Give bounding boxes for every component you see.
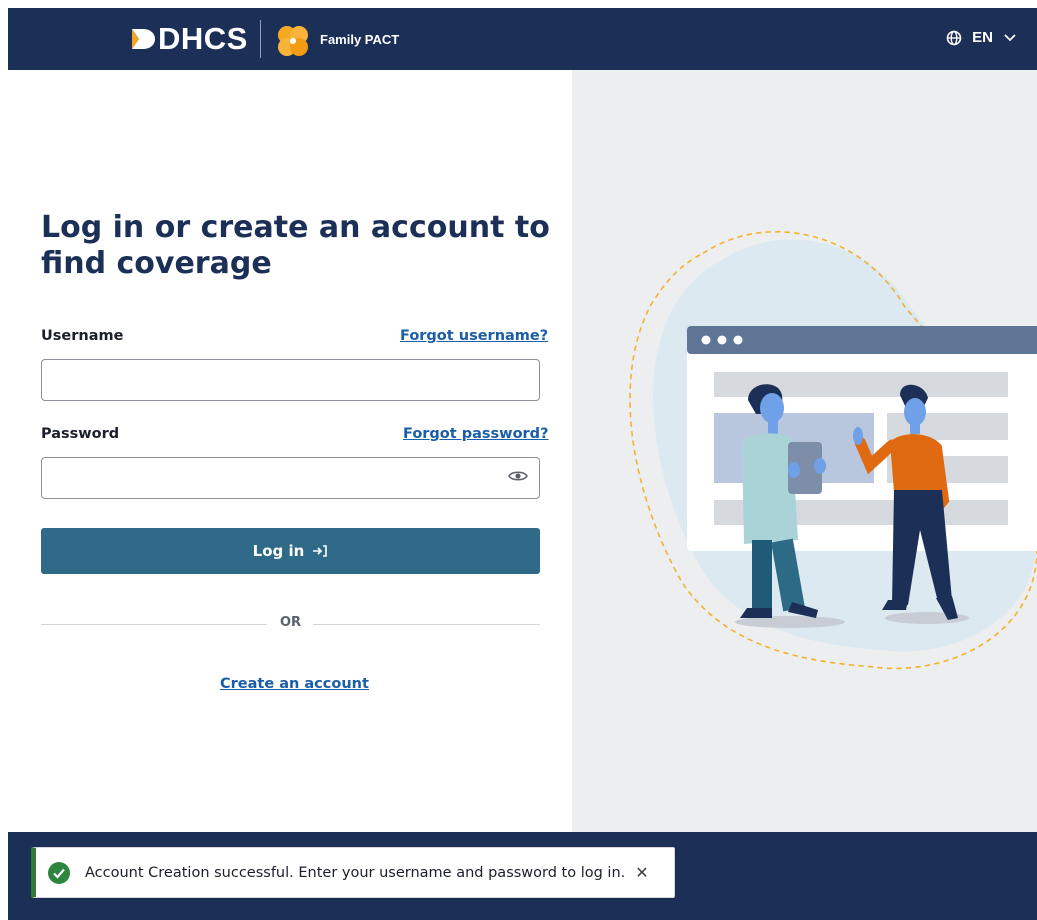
login-button[interactable]: Log in bbox=[41, 528, 540, 574]
language-code: EN bbox=[972, 29, 993, 46]
language-selector[interactable]: EN bbox=[946, 29, 1017, 46]
illustration-panel bbox=[572, 70, 1037, 832]
success-toast: Account Creation successful. Enter your … bbox=[31, 847, 675, 898]
chevron-down-icon bbox=[1004, 33, 1016, 41]
logo-divider bbox=[260, 20, 261, 58]
check-circle-icon bbox=[48, 861, 70, 884]
password-label: Password bbox=[41, 426, 120, 442]
top-header: DHCS Family PACT EN bbox=[8, 8, 1037, 70]
login-button-label: Log in bbox=[252, 542, 305, 560]
program-name: Family PACT bbox=[320, 32, 400, 47]
poppy-logo-icon bbox=[278, 26, 308, 56]
forgot-password-link[interactable]: Forgot password? bbox=[403, 426, 548, 442]
toast-close-button[interactable]: ✕ bbox=[635, 863, 648, 882]
dhcs-logo-mark-icon bbox=[132, 29, 155, 49]
login-arrow-icon bbox=[313, 545, 328, 557]
or-text: OR bbox=[279, 615, 302, 630]
globe-icon bbox=[946, 30, 962, 45]
or-line-right bbox=[313, 624, 540, 625]
or-divider: OR bbox=[41, 614, 540, 634]
dhcs-logo[interactable]: DHCS bbox=[130, 22, 248, 56]
people-illustration bbox=[629, 231, 1037, 670]
page-title: Log in or create an account to find cove… bbox=[41, 210, 550, 281]
username-label: Username bbox=[41, 328, 124, 344]
password-input[interactable] bbox=[41, 457, 540, 499]
forgot-username-link[interactable]: Forgot username? bbox=[400, 328, 548, 344]
toast-message: Account Creation successful. Enter your … bbox=[85, 864, 626, 881]
username-input[interactable] bbox=[41, 359, 540, 401]
eye-icon[interactable] bbox=[508, 469, 528, 483]
login-panel: Log in or create an account to find cove… bbox=[8, 70, 572, 832]
brand-text: DHCS bbox=[158, 21, 248, 56]
create-account-link[interactable]: Create an account bbox=[220, 676, 369, 692]
